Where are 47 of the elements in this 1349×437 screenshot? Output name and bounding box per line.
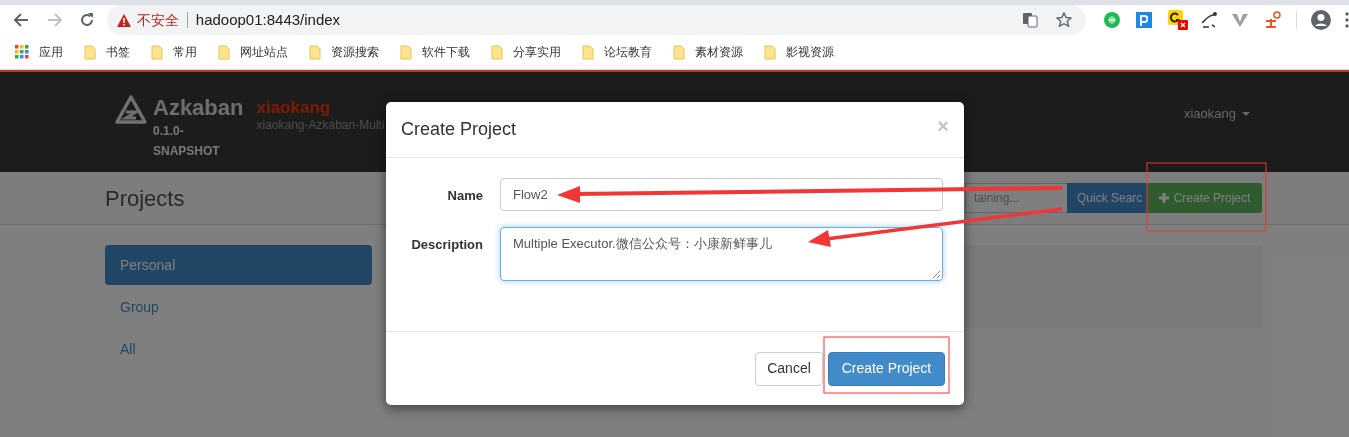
- folder-icon: [151, 44, 163, 60]
- description-field[interactable]: Multiple Executor.微信公众号：小康新鲜事儿: [500, 227, 943, 281]
- folder-icon: [491, 44, 503, 60]
- folder-icon: [218, 44, 230, 60]
- security-label: 不安全: [136, 10, 179, 30]
- field-label: Name: [446, 187, 483, 205]
- apps-grid-icon[interactable]: [15, 45, 29, 59]
- folder-icon: [309, 44, 321, 60]
- brand-name: Azkaban: [153, 95, 244, 121]
- folder-icon: [84, 44, 96, 60]
- resize-handle-icon[interactable]: [932, 270, 940, 278]
- back-icon[interactable]: [13, 12, 29, 28]
- bookmark-label[interactable]: 资源搜索: [331, 43, 379, 61]
- field-label: Description: [410, 236, 483, 254]
- logo-icon: [115, 95, 147, 125]
- extension-icon[interactable]: [1200, 11, 1219, 29]
- cancel-button[interactable]: Cancel: [755, 351, 823, 386]
- create-project-button[interactable]: Create Project: [828, 351, 945, 386]
- bookmark-label[interactable]: 网址站点: [240, 43, 288, 61]
- star-icon[interactable]: [1056, 12, 1073, 28]
- bookmark-label[interactable]: 影视资源: [786, 43, 834, 61]
- address-bar[interactable]: 不安全 hadoop01:8443/index: [106, 5, 1087, 35]
- url-text: hadoop01:8443/index: [195, 9, 341, 30]
- caret-icon: [1242, 111, 1250, 116]
- bookmark-label[interactable]: 素材资源: [695, 43, 743, 61]
- profile-icon[interactable]: [1311, 10, 1331, 30]
- warning-icon: [116, 13, 131, 27]
- menu-icon[interactable]: [1345, 12, 1349, 28]
- bookmark-label[interactable]: 论坛教育: [604, 43, 652, 61]
- dialog-title: Create Project: [401, 118, 517, 141]
- name-field[interactable]: Flow2: [500, 178, 943, 211]
- page-title: Projects: [105, 184, 185, 213]
- extension-icon[interactable]: [1168, 10, 1189, 30]
- environment-name: xiaokang: [256, 98, 332, 118]
- folder-icon: [582, 44, 594, 60]
- bookmark-label[interactable]: 应用: [39, 43, 63, 61]
- bookmark-label[interactable]: 分享实用: [513, 43, 561, 61]
- bookmark-label[interactable]: 常用: [173, 43, 197, 61]
- bookmark-label[interactable]: 软件下载: [422, 43, 470, 61]
- translate-icon[interactable]: [1022, 12, 1039, 28]
- folder-icon: [673, 44, 685, 60]
- version-label: 0.1.0-SNAPSHOT: [153, 123, 221, 160]
- bookmark-label[interactable]: 书签: [106, 43, 130, 61]
- plus-icon: [1158, 193, 1169, 203]
- folder-icon: [400, 44, 412, 60]
- reload-icon[interactable]: [78, 12, 95, 28]
- folder-icon: [764, 44, 776, 60]
